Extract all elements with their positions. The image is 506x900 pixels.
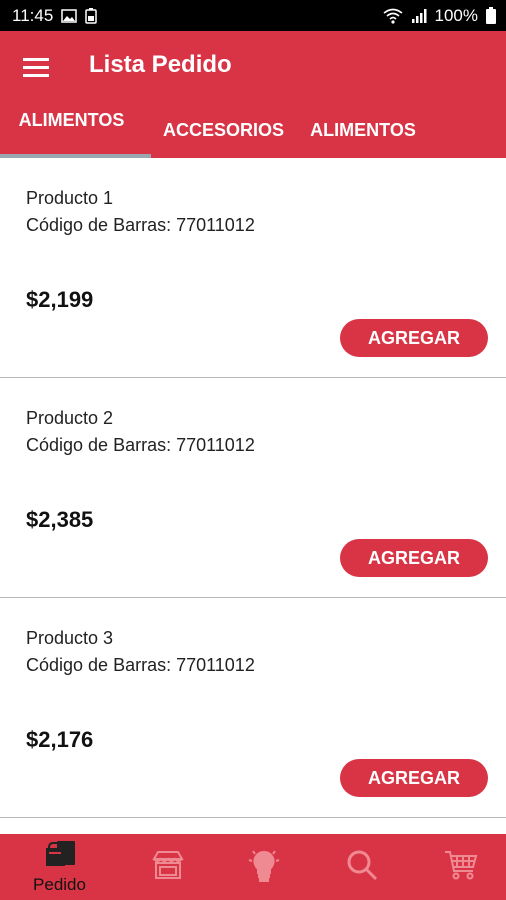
tab-alimentos-2[interactable]: ALIMENTOS: [296, 103, 430, 158]
nav-item-store[interactable]: [117, 834, 218, 900]
add-button[interactable]: AGREGAR: [340, 539, 488, 577]
status-left: 11:45: [12, 5, 98, 26]
nav-item-cart[interactable]: [410, 834, 506, 900]
store-icon: [151, 849, 185, 886]
page-title: Lista Pedido: [89, 51, 232, 78]
status-time: 11:45: [12, 5, 54, 25]
image-notification-icon: [61, 8, 78, 23]
product-card: Producto 1 Código de Barras: 77011012 $2…: [0, 158, 506, 378]
cart-icon: [444, 849, 478, 886]
product-name: Producto 1: [26, 188, 114, 208]
search-icon: [345, 848, 379, 887]
hamburger-menu-icon[interactable]: [16, 47, 56, 87]
bottom-nav: Pedido: [0, 834, 506, 900]
app-bar: Lista Pedido ALIMENTOS ACCESORIOS ALIMEN…: [0, 31, 506, 158]
category-tabs: ALIMENTOS ACCESORIOS ALIMENTOS: [0, 103, 506, 158]
product-name: Producto 2: [26, 408, 114, 428]
product-barcode: Código de Barras: 77011012: [26, 215, 255, 235]
battery-saver-icon: [85, 7, 98, 24]
add-button[interactable]: AGREGAR: [340, 319, 488, 357]
product-name: Producto 3: [26, 628, 114, 648]
add-button[interactable]: AGREGAR: [340, 759, 488, 797]
product-barcode: Código de Barras: 77011012: [26, 655, 255, 675]
lightbulb-icon: [247, 848, 281, 887]
status-right: 100%: [383, 6, 496, 26]
nav-label-pedido: Pedido: [33, 874, 86, 894]
product-list[interactable]: Producto 1 Código de Barras: 77011012 $2…: [0, 158, 506, 834]
signal-icon: [411, 8, 427, 24]
nav-item-pedido[interactable]: Pedido: [9, 834, 110, 900]
wifi-icon: [383, 8, 403, 24]
nav-item-search[interactable]: [311, 834, 412, 900]
battery-level: 100%: [434, 5, 478, 25]
status-bar: 11:45 100%: [0, 0, 506, 31]
product-barcode: Código de Barras: 77011012: [26, 435, 255, 455]
pedido-icon: [43, 840, 77, 873]
product-card: Producto 2 Código de Barras: 77011012 $2…: [0, 378, 506, 598]
product-card: Producto 3 Código de Barras: 77011012 $2…: [0, 598, 506, 818]
nav-item-ideas[interactable]: [213, 834, 314, 900]
product-price: $2,176: [26, 727, 94, 752]
product-price: $2,385: [26, 507, 94, 532]
battery-icon: [486, 7, 496, 24]
tab-alimentos[interactable]: ALIMENTOS: [0, 93, 143, 148]
tab-accesorios[interactable]: ACCESORIOS: [151, 103, 296, 158]
product-price: $2,199: [26, 287, 94, 312]
